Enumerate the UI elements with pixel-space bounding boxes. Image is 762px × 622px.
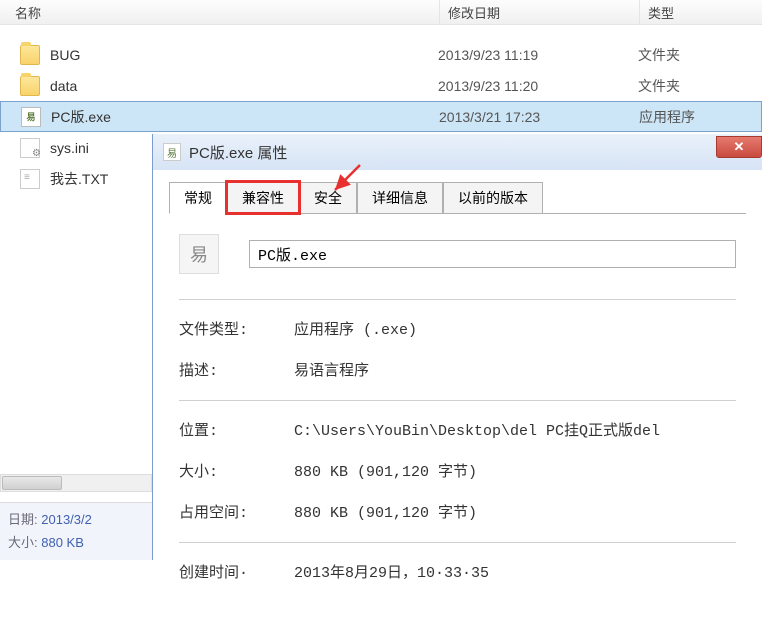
status-size-label: 大小:: [8, 535, 38, 550]
exe-icon: 易: [21, 107, 41, 127]
column-header: 名称 修改日期 类型: [0, 0, 762, 25]
status-date-value: 2013/3/2: [41, 512, 92, 527]
tabs: 常规兼容性安全详细信息以前的版本: [169, 182, 746, 214]
tab-常规[interactable]: 常规: [169, 182, 227, 214]
property-value: 880 KB (901,120 字节): [294, 460, 736, 481]
file-name-input[interactable]: [249, 240, 736, 268]
tab-general-content: 易 文件类型:应用程序 (.exe)描述:易语言程序 位置:C:\Users\Y…: [169, 214, 746, 622]
tab-安全[interactable]: 安全: [299, 182, 357, 213]
tab-详细信息[interactable]: 详细信息: [357, 182, 443, 213]
divider: [179, 299, 736, 300]
property-value: 880 KB (901,120 字节): [294, 501, 736, 522]
property-label: 创建时间·: [179, 561, 294, 582]
property-row: 创建时间·2013年8月29日，10·33·35: [179, 561, 736, 582]
file-type: 文件夹: [638, 45, 680, 65]
divider: [179, 400, 736, 401]
property-value: 易语言程序: [294, 359, 736, 380]
txt-icon: [20, 169, 40, 189]
tab-以前的版本[interactable]: 以前的版本: [443, 182, 543, 213]
status-size-value: 880 KB: [41, 535, 84, 550]
property-label: 文件类型:: [179, 318, 294, 339]
status-bar: 日期: 2013/3/2 大小: 880 KB: [0, 502, 152, 560]
horizontal-scrollbar[interactable]: [0, 474, 152, 492]
column-date[interactable]: 修改日期: [440, 0, 640, 24]
dialog-title-text: PC版.exe 属性: [189, 142, 287, 163]
file-row[interactable]: 易 PC版.exe2013/3/21 17:23应用程序: [0, 101, 762, 132]
status-date-label: 日期:: [8, 512, 38, 527]
property-value: 2013年8月29日，10·33·35: [294, 561, 736, 582]
file-date: 2013/9/23 11:20: [438, 78, 638, 94]
divider: [179, 542, 736, 543]
property-row: 文件类型:应用程序 (.exe): [179, 318, 736, 339]
property-row: 描述:易语言程序: [179, 359, 736, 380]
property-value: C:\Users\YouBin\Desktop\del PC挂Q正式版del: [294, 419, 736, 440]
tab-兼容性[interactable]: 兼容性: [227, 182, 299, 213]
close-button[interactable]: ✕: [716, 136, 762, 158]
file-type: 文件夹: [638, 76, 680, 96]
property-row: 占用空间:880 KB (901,120 字节): [179, 501, 736, 522]
property-label: 位置:: [179, 419, 294, 440]
file-row[interactable]: BUG2013/9/23 11:19文件夹: [0, 39, 762, 70]
property-row: 大小:880 KB (901,120 字节): [179, 460, 736, 481]
file-type-icon: 易: [179, 234, 219, 274]
dialog-titlebar[interactable]: 易 PC版.exe 属性 ✕: [153, 134, 762, 170]
property-row: 位置:C:\Users\YouBin\Desktop\del PC挂Q正式版de…: [179, 419, 736, 440]
ini-icon: [20, 138, 40, 158]
column-name[interactable]: 名称: [0, 0, 440, 24]
file-name: BUG: [50, 47, 438, 63]
folder-icon: [20, 45, 40, 65]
property-label: 大小:: [179, 460, 294, 481]
file-name: data: [50, 78, 438, 94]
file-type: 应用程序: [639, 107, 695, 127]
exe-icon: 易: [163, 143, 181, 161]
property-label: 描述:: [179, 359, 294, 380]
file-name: PC版.exe: [51, 107, 439, 127]
property-label: 占用空间:: [179, 501, 294, 522]
file-row[interactable]: data2013/9/23 11:20文件夹: [0, 70, 762, 101]
property-value: 应用程序 (.exe): [294, 318, 736, 339]
file-date: 2013/9/23 11:19: [438, 47, 638, 63]
folder-icon: [20, 76, 40, 96]
column-type[interactable]: 类型: [640, 0, 762, 24]
file-date: 2013/3/21 17:23: [439, 109, 639, 125]
properties-dialog: 易 PC版.exe 属性 ✕ 常规兼容性安全详细信息以前的版本 易 文件类型:应…: [152, 134, 762, 560]
scrollbar-thumb[interactable]: [2, 476, 62, 490]
